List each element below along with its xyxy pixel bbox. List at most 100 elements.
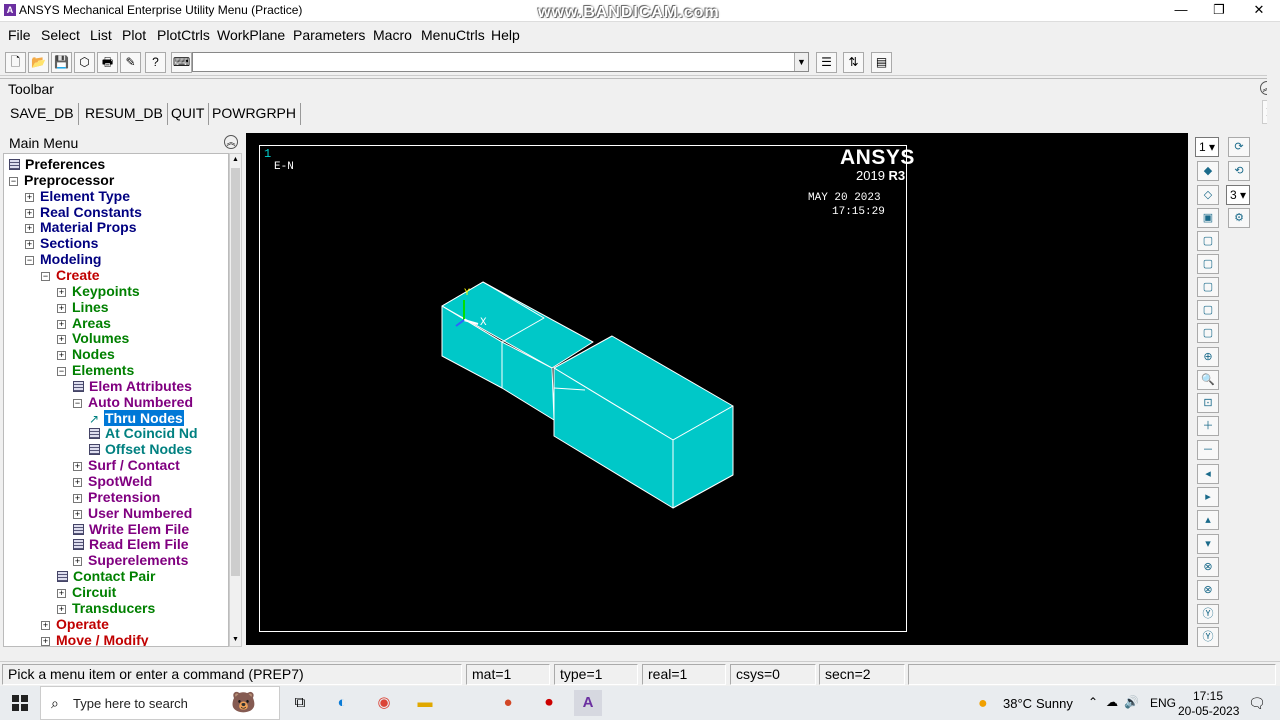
dynamic-mode-icon[interactable]: ⟲ [1228,161,1250,181]
menu-tree-item[interactable]: + Nodes [57,346,115,362]
rotate-y-minus-icon[interactable]: Ⓨ [1197,627,1219,647]
bandicam-icon[interactable]: ⏺ [535,690,563,716]
rotate-y-plus-icon[interactable]: Ⓨ [1197,604,1219,624]
menu-tree-item[interactable]: + Transducers [57,600,155,616]
reset-picking-icon[interactable]: ⇅ [843,52,864,73]
menu-tree-item[interactable]: + Lines [57,299,109,315]
weather-temp[interactable]: 38°C [1003,696,1032,711]
save-db-button[interactable]: SAVE_DB [6,103,79,125]
expand-icon[interactable]: + [57,287,66,297]
menu-plotctrls[interactable]: PlotCtrls [157,27,210,43]
language-indicator[interactable]: ENG [1150,696,1176,710]
zoom-in-icon[interactable]: ＋ [1197,416,1219,436]
expand-icon[interactable]: + [57,588,66,598]
task-view-icon[interactable]: ⧉ [286,690,314,716]
right-view-icon[interactable]: ▢ [1197,323,1219,343]
notification-icon[interactable]: 🗨 [1248,695,1266,712]
pan-right-icon[interactable]: ▸ [1197,487,1219,507]
expand-icon[interactable]: + [25,224,34,234]
report-generator-icon[interactable]: ✎ [120,52,141,73]
expand-icon[interactable]: + [25,240,34,250]
menu-menuctrls[interactable]: MenuCtrls [421,27,485,43]
view-settings-icon[interactable]: ⚙ [1228,208,1250,228]
collapse-main-menu-icon[interactable]: ︽ [224,135,238,149]
menu-tree-item[interactable]: Write Elem File [73,521,189,537]
menu-tree-item[interactable]: + Superelements [73,552,188,568]
menu-list[interactable]: List [90,27,112,43]
menu-tree-item[interactable]: − Modeling [25,251,101,267]
window-scrollbar[interactable] [1267,48,1280,660]
menu-tree-item[interactable]: Read Elem File [73,536,189,552]
menu-tree-item[interactable]: + Surf / Contact [73,457,180,473]
menu-parameters[interactable]: Parameters [293,27,365,43]
expand-icon[interactable]: + [57,303,66,313]
isometric-view-icon[interactable]: ◆ [1197,161,1219,181]
pan-zoom-rotate-icon[interactable]: ⬡ [74,52,95,73]
menu-macro[interactable]: Macro [373,27,412,43]
menu-tree-item[interactable]: + Material Props [25,219,136,235]
scroll-thumb[interactable] [231,168,240,576]
pan-left-icon[interactable]: ◂ [1197,464,1219,484]
ansys-taskbar-icon[interactable]: A [574,690,602,716]
expand-icon[interactable]: + [25,192,34,202]
menu-tree-item[interactable]: Elem Attributes [73,378,192,394]
collapse-icon[interactable]: − [41,271,50,281]
volume-icon[interactable]: 🔊 [1124,695,1139,709]
chrome-browser-icon[interactable]: ◉ [370,690,398,716]
collapse-icon[interactable]: − [9,176,18,186]
show-hidden-icons[interactable]: ⌃ [1088,695,1098,709]
menu-tree-item[interactable]: Offset Nodes [89,441,192,457]
menu-select[interactable]: Select [41,27,80,43]
expand-icon[interactable]: + [73,462,82,472]
expand-icon[interactable]: + [57,335,66,345]
menu-tree-item[interactable]: Contact Pair [57,568,155,584]
expand-icon[interactable]: + [73,478,82,487]
open-folder-icon[interactable]: 📂 [28,52,49,73]
menu-tree-item[interactable]: + Areas [57,315,111,331]
bottom-view-icon[interactable]: ▢ [1197,277,1219,297]
powerpoint-icon[interactable]: ● [494,690,522,716]
pan-down-icon[interactable]: ▾ [1197,534,1219,554]
windows-start-icon[interactable] [12,695,28,711]
main-menu-scrollbar[interactable]: ▲ ▼ [229,153,242,647]
expand-icon[interactable]: + [41,636,50,646]
menu-tree-item[interactable]: + User Numbered [73,505,192,521]
views-select[interactable]: 3 ▾ [1226,185,1250,205]
edge-browser-icon[interactable]: ◐ [328,690,356,716]
menu-help[interactable]: Help [491,27,520,43]
expand-icon[interactable]: + [57,604,66,614]
help-icon[interactable]: ? [145,52,166,73]
expand-icon[interactable]: + [73,509,82,519]
zoom-icon[interactable]: 🔍 [1197,370,1219,390]
top-view-icon[interactable]: ▢ [1197,254,1219,274]
expand-icon[interactable]: + [73,557,82,567]
menu-tree-item[interactable]: + Element Type [25,188,130,204]
dynamic-rotate-icon[interactable]: ⟳ [1228,137,1250,157]
onedrive-icon[interactable]: ☁ [1106,695,1118,709]
taskbar-search-box[interactable]: ⌕ Type here to search 🐻 [40,686,280,720]
menu-tree-item[interactable]: − Create [41,267,100,283]
toggle-toolbar-icon[interactable]: ☰ [816,52,837,73]
pan-up-icon[interactable]: ▴ [1197,510,1219,530]
menu-tree-item[interactable]: + Real Constants [25,204,142,220]
oblique-view-icon[interactable]: ◇ [1197,185,1219,205]
collapse-icon[interactable]: − [73,398,82,408]
resum-db-button[interactable]: RESUM_DB [81,103,168,125]
command-input[interactable] [192,52,809,72]
expand-icon[interactable]: + [25,208,34,218]
menu-tree-item[interactable]: + Pretension [73,489,160,505]
menu-tree-item[interactable]: At Coincid Nd [89,425,198,441]
menu-file[interactable]: File [8,27,31,43]
menu-workplane[interactable]: WorkPlane [217,27,285,43]
command-history-dropdown-icon[interactable]: ▼ [794,53,808,71]
menu-tree-item[interactable]: + Sections [25,235,98,251]
close-button[interactable]: ✕ [1240,0,1278,20]
box-zoom-icon[interactable]: ⊡ [1197,393,1219,413]
collapse-icon[interactable]: − [25,256,34,266]
menu-tree-item[interactable]: + Move / Modify [41,632,149,646]
collapse-icon[interactable]: − [57,367,66,377]
save-icon[interactable]: 💾 [51,52,72,73]
new-file-icon[interactable]: 🗋 [5,52,26,73]
contact-manager-icon[interactable]: ▤ [871,52,892,73]
window-select[interactable]: 1 ▾ [1195,137,1219,157]
